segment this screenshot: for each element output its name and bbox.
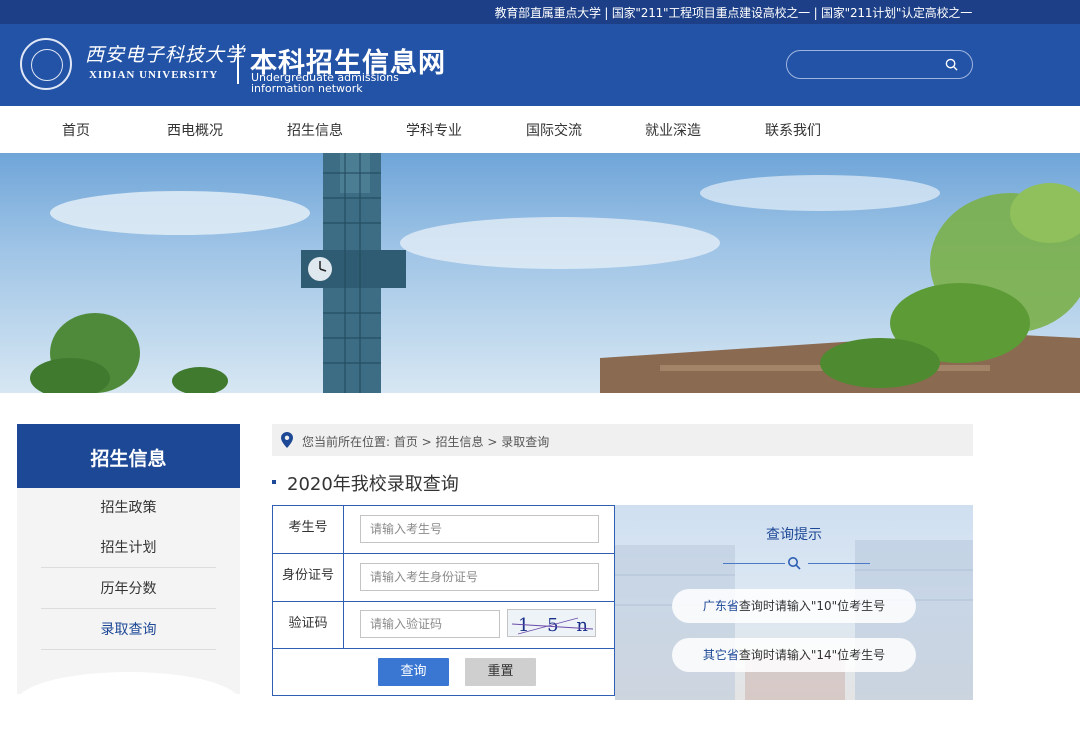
tip-guangdong-text: 查询时请输入"10"位考生号 (738, 599, 886, 613)
header-divider (237, 44, 239, 84)
sidebar-item-scores[interactable]: 历年分数 (41, 569, 216, 609)
campus-banner (0, 153, 1080, 393)
location-pin-icon (281, 432, 293, 448)
tip-guangdong: 广东省查询时请输入"10"位考生号 (672, 589, 916, 623)
site-search (786, 50, 973, 79)
site-subtitle-line2: information network (251, 82, 363, 95)
main-nav: 首页 西电概况 招生信息 学科专业 国际交流 就业深造 联系我们 (0, 106, 1080, 153)
exam-number-row: 考生号 (273, 506, 614, 554)
sidebar: 招生信息 招生政策 招生计划 历年分数 录取查询 (17, 424, 240, 702)
tip-other-province: 其它省 (702, 648, 739, 662)
query-tips-panel: 查询提示 广东省查询时请输入"10"位考生号 其它省查询时请输入"14"位考生号 (615, 505, 973, 700)
top-info-text: 教育部直属重点大学 | 国家"211"工程项目重点建设高校之一 | 国家"211… (494, 6, 973, 20)
tips-divider-right (808, 563, 870, 564)
nav-item-career[interactable]: 就业深造 (645, 120, 701, 140)
captcha-label: 验证码 (273, 602, 344, 648)
search-icon (788, 557, 801, 570)
exam-number-label: 考生号 (273, 506, 344, 553)
nav-item-admissions[interactable]: 招生信息 (287, 120, 343, 140)
id-number-label: 身份证号 (273, 554, 344, 601)
nav-item-home[interactable]: 首页 (62, 120, 90, 140)
nav-item-majors[interactable]: 学科专业 (406, 120, 462, 140)
tip-guangdong-province: 广东省 (702, 599, 739, 613)
tip-other-text: 查询时请输入"14"位考生号 (738, 648, 886, 662)
title-bullet (272, 480, 276, 484)
site-header: 西安电子科技大学 XIDIAN UNIVERSITY 本科招生信息网 Under… (0, 24, 1080, 106)
sidebar-header: 招生信息 (17, 424, 240, 488)
sidebar-item-admission-query[interactable]: 录取查询 (41, 610, 216, 650)
breadcrumb-text: 您当前所在位置: 首页 > 招生信息 > 录取查询 (302, 435, 550, 449)
captcha-image[interactable]: 1 5 n (507, 609, 596, 637)
exam-number-input[interactable] (360, 515, 599, 543)
nav-item-about[interactable]: 西电概况 (167, 120, 223, 140)
admission-query-form: 考生号 身份证号 验证码 1 5 n 查询 重置 (272, 505, 615, 696)
reset-button[interactable]: 重置 (465, 658, 536, 686)
breadcrumb: 您当前所在位置: 首页 > 招生信息 > 录取查询 (272, 424, 973, 456)
university-emblem-icon[interactable] (20, 38, 72, 90)
id-number-input[interactable] (360, 563, 599, 591)
tips-title: 查询提示 (766, 527, 822, 543)
captcha-input[interactable] (360, 610, 500, 638)
id-number-row: 身份证号 (273, 554, 614, 602)
campus-banner-image (30, 153, 1080, 393)
sidebar-item-policy[interactable]: 招生政策 (41, 488, 216, 528)
tips-divider-left (723, 563, 785, 564)
tip-other-provinces: 其它省查询时请输入"14"位考生号 (672, 638, 916, 672)
nav-item-contact[interactable]: 联系我们 (765, 120, 821, 140)
page-title: 2020年我校录取查询 (287, 474, 459, 495)
sidebar-title: 招生信息 (90, 448, 167, 470)
captcha-row: 验证码 1 5 n (273, 602, 614, 649)
query-button[interactable]: 查询 (378, 658, 449, 686)
top-info-bar: 教育部直属重点大学 | 国家"211"工程项目重点建设高校之一 | 国家"211… (0, 0, 1080, 24)
nav-item-international[interactable]: 国际交流 (526, 120, 582, 140)
search-input[interactable] (799, 55, 939, 75)
sidebar-bottom-curve (17, 672, 240, 702)
university-name-en[interactable]: XIDIAN UNIVERSITY (89, 69, 218, 81)
sidebar-item-plan[interactable]: 招生计划 (41, 528, 216, 568)
search-icon[interactable] (945, 58, 958, 71)
university-name-cn[interactable]: 西安电子科技大学 (85, 40, 245, 67)
captcha-image-graphic: 1 5 n (511, 615, 594, 636)
